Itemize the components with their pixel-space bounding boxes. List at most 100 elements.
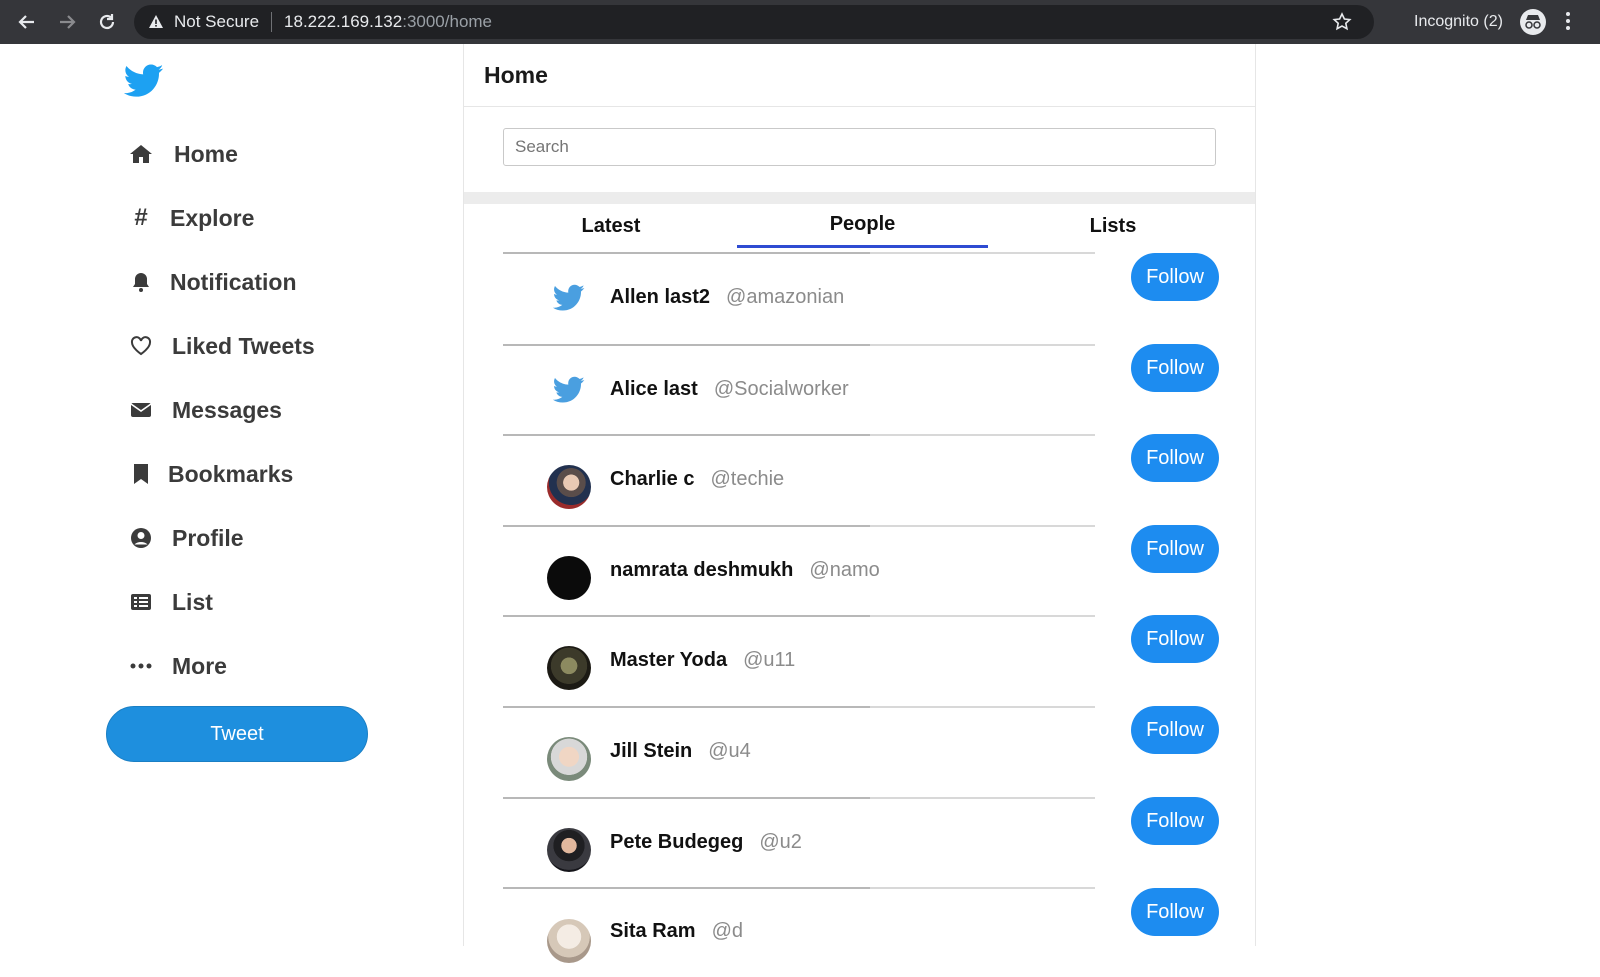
display-name: Alice last <box>610 378 698 400</box>
follow-button[interactable]: Follow <box>1131 615 1219 663</box>
sidebar-item-label: Explore <box>170 204 255 231</box>
bookmark-star-icon[interactable] <box>1332 12 1352 37</box>
list-item <box>503 706 1095 796</box>
user-handle: @u2 <box>759 831 802 853</box>
section-divider <box>464 192 1255 204</box>
bell-icon <box>128 272 154 292</box>
follow-button[interactable]: Follow <box>1131 888 1219 936</box>
avatar[interactable] <box>547 737 591 781</box>
url-path: :3000/home <box>402 12 493 31</box>
omnibox-divider <box>271 12 273 32</box>
avatar[interactable] <box>547 556 591 600</box>
browser-menu-icon[interactable] <box>1566 12 1572 33</box>
sidebar-item-home[interactable]: Home <box>128 134 238 174</box>
avatar[interactable] <box>547 368 591 412</box>
user-handle: @u11 <box>743 649 796 671</box>
sidebar-item-bookmarks[interactable]: Bookmarks <box>128 454 293 494</box>
sidebar-item-label: Profile <box>172 524 244 551</box>
row-divider <box>503 706 1095 708</box>
display-name: Pete Budegeg <box>610 831 744 853</box>
bookmark-icon <box>128 463 154 485</box>
incognito-icon[interactable] <box>1520 9 1546 35</box>
follow-button[interactable]: Follow <box>1131 253 1219 301</box>
sidebar-item-label: Notification <box>170 268 297 295</box>
avatar[interactable] <box>547 919 591 963</box>
user-name[interactable]: Master Yoda @u11 <box>610 649 795 672</box>
user-handle: @namo <box>809 559 880 581</box>
list-item <box>503 887 1095 977</box>
row-divider <box>503 344 1095 346</box>
ellipsis-icon <box>128 663 154 669</box>
user-handle: @u4 <box>708 740 751 762</box>
sidebar-item-label: Messages <box>172 396 282 423</box>
back-button[interactable] <box>7 0 47 44</box>
row-divider <box>503 887 1095 889</box>
user-name[interactable]: Alice last @Socialworker <box>610 378 849 401</box>
user-name[interactable]: Pete Budegeg @u2 <box>610 831 802 854</box>
user-name[interactable]: Allen last2 @amazonian <box>610 286 844 309</box>
user-name[interactable]: Sita Ram @d <box>610 920 743 943</box>
sidebar-item-messages[interactable]: Messages <box>128 390 282 430</box>
reload-button[interactable] <box>87 0 127 44</box>
follow-button[interactable]: Follow <box>1131 525 1219 573</box>
sidebar-item-label: More <box>172 652 227 679</box>
user-name[interactable]: namrata deshmukh @namo <box>610 559 880 582</box>
security-label: Not Secure <box>174 12 260 31</box>
display-name: Sita Ram <box>610 920 696 942</box>
arrow-right-icon <box>60 15 76 29</box>
row-divider <box>503 434 1095 436</box>
row-divider <box>503 525 1095 527</box>
sidebar-item-label: List <box>172 588 213 615</box>
sidebar-item-label: Bookmarks <box>168 460 294 487</box>
forward-button[interactable] <box>47 0 87 44</box>
follow-button[interactable]: Follow <box>1131 344 1219 392</box>
tab-people[interactable]: People <box>737 204 988 248</box>
page-title: Home <box>464 44 1255 107</box>
sidebar-item-profile[interactable]: Profile <box>128 518 244 558</box>
sidebar-item-notification[interactable]: Notification <box>128 262 297 302</box>
display-name: namrata deshmukh <box>610 559 794 581</box>
twitter-bird-icon <box>553 376 585 403</box>
follow-button[interactable]: Follow <box>1131 434 1219 482</box>
main-column: Home Latest People Lists Allen last2 @ama… <box>463 44 1256 963</box>
heart-icon <box>128 336 154 356</box>
display-name: Master Yoda <box>610 649 728 671</box>
follow-button[interactable]: Follow <box>1131 797 1219 845</box>
row-divider <box>503 252 1095 254</box>
tab-bar: Latest People Lists <box>503 204 1255 252</box>
twitter-bird-icon <box>553 284 585 311</box>
sidebar-item-liked-tweets[interactable]: Liked Tweets <box>128 326 315 366</box>
tweet-button[interactable]: Tweet <box>106 706 368 762</box>
tab-latest[interactable]: Latest <box>551 204 671 248</box>
home-icon <box>128 144 154 164</box>
tab-lists[interactable]: Lists <box>1053 204 1173 248</box>
envelope-icon <box>128 402 154 418</box>
twitter-logo-icon[interactable] <box>123 64 164 103</box>
avatar[interactable] <box>547 276 591 320</box>
reload-icon <box>99 14 115 30</box>
row-divider <box>503 797 1095 799</box>
user-handle: @amazonian <box>726 286 845 308</box>
sidebar-item-label: Home <box>174 140 238 167</box>
search-box <box>503 128 1216 166</box>
avatar[interactable] <box>547 828 591 872</box>
sidebar-item-list[interactable]: List <box>128 582 213 622</box>
user-handle: @Socialworker <box>713 378 849 400</box>
sidebar-item-explore[interactable]: # Explore <box>128 198 254 238</box>
avatar[interactable] <box>547 646 591 690</box>
browser-toolbar: Not Secure 18.222.169.132:3000/home Inco… <box>0 0 1600 44</box>
search-input[interactable] <box>503 128 1216 166</box>
address-bar[interactable]: Not Secure 18.222.169.132:3000/home <box>134 5 1374 39</box>
user-handle: @d <box>711 920 744 942</box>
avatar[interactable] <box>547 465 591 509</box>
user-name[interactable]: Jill Stein @u4 <box>610 740 751 763</box>
incognito-label[interactable]: Incognito (2) <box>1414 0 1503 44</box>
sidebar-item-more[interactable]: More <box>128 646 227 686</box>
list-item <box>503 615 1095 705</box>
follow-button[interactable]: Follow <box>1131 706 1219 754</box>
display-name: Allen last2 <box>610 286 711 308</box>
user-name[interactable]: Charlie c @techie <box>610 468 784 491</box>
warning-icon <box>148 14 164 30</box>
sidebar-item-label: Liked Tweets <box>172 332 315 359</box>
user-circle-icon <box>128 527 154 549</box>
